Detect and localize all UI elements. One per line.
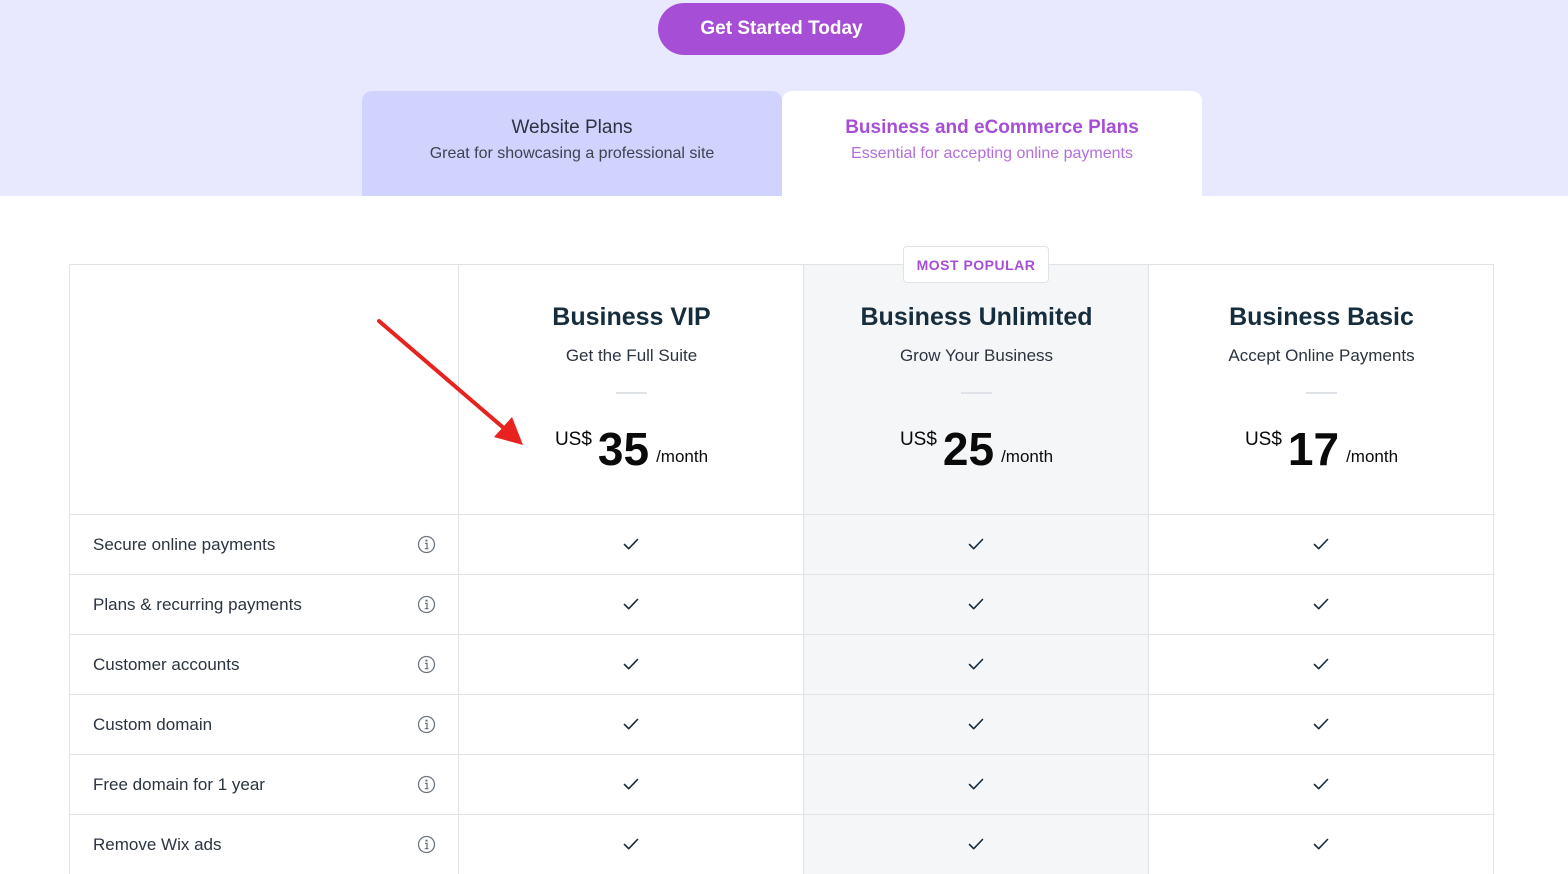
plan-name: Business VIP: [552, 303, 711, 331]
checkmark-icon: [1313, 778, 1329, 790]
plan-divider: [1306, 392, 1337, 394]
checkmark-icon: [1313, 658, 1329, 670]
tab-business-ecommerce-plans[interactable]: Business and eCommerce Plans Essential f…: [782, 91, 1202, 196]
checkmark-icon: [623, 778, 639, 790]
plan-name: Business Basic: [1229, 303, 1414, 331]
checkmark-icon: [968, 718, 984, 730]
price-amount: 25: [942, 423, 995, 475]
checkmark-icon: [623, 538, 639, 550]
info-circle-icon[interactable]: [417, 715, 436, 734]
feature-label: Customer accounts: [93, 655, 240, 674]
checkmark-icon: [1313, 538, 1329, 550]
feature-row: Custom domain: [70, 694, 1495, 754]
checkmark-icon: [968, 538, 984, 550]
feature-label: Remove Wix ads: [93, 835, 222, 854]
checkmark-icon: [968, 838, 984, 850]
feature-row: Plans & recurring payments: [70, 574, 1495, 634]
price-period: /month: [656, 447, 709, 466]
tab-website-plans[interactable]: Website Plans Great for showcasing a pro…: [362, 91, 782, 196]
plan-price: US$ 35 /month: [459, 423, 804, 475]
plan-tagline: Grow Your Business: [899, 346, 1054, 365]
price-period: /month: [1001, 447, 1054, 466]
feature-label: Custom domain: [93, 715, 213, 734]
feature-label: Free domain for 1 year: [93, 775, 265, 794]
tab-business-subtitle: Essential for accepting online payments: [851, 145, 1133, 162]
plan-tagline: Accept Online Payments: [1228, 346, 1415, 365]
plan-card-business-unlimited: Business Unlimited Grow Your Business US…: [804, 265, 1149, 514]
feature-label: Plans & recurring payments: [93, 595, 302, 614]
feature-row: Customer accounts: [70, 634, 1495, 694]
price-currency: US$: [554, 429, 592, 450]
feature-row: Free domain for 1 year: [70, 754, 1495, 814]
feature-row: Remove Wix ads: [70, 814, 1495, 874]
checkmark-icon: [623, 658, 639, 670]
most-popular-badge: MOST POPULAR: [903, 246, 1049, 283]
feature-label: Secure online payments: [93, 535, 276, 554]
checkmark-icon: [968, 778, 984, 790]
plan-card-business-vip: Business VIP Get the Full Suite US$ 35 /…: [459, 265, 804, 514]
plan-price: US$ 17 /month: [1149, 423, 1494, 475]
tab-business-title: Business and eCommerce Plans: [845, 117, 1139, 138]
get-started-button[interactable]: Get Started Today: [658, 3, 905, 55]
checkmark-icon: [623, 598, 639, 610]
price-amount: 35: [597, 423, 650, 475]
checkmark-icon: [623, 838, 639, 850]
tab-website-subtitle: Great for showcasing a professional site: [429, 145, 715, 162]
info-circle-icon[interactable]: [417, 595, 436, 614]
checkmark-icon: [968, 598, 984, 610]
plan-name: Business Unlimited: [860, 303, 1093, 331]
price-amount: 17: [1287, 423, 1340, 475]
plan-tagline: Get the Full Suite: [565, 346, 698, 365]
tab-website-title: Website Plans: [511, 117, 633, 138]
info-circle-icon[interactable]: [417, 535, 436, 554]
checkmark-icon: [1313, 598, 1329, 610]
plan-card-business-basic: Business Basic Accept Online Payments US…: [1149, 265, 1494, 514]
plan-divider: [616, 392, 647, 394]
checkmark-icon: [623, 718, 639, 730]
price-currency: US$: [899, 429, 937, 450]
price-period: /month: [1346, 447, 1399, 466]
plan-price: US$ 25 /month: [804, 423, 1149, 475]
checkmark-icon: [1313, 838, 1329, 850]
plan-divider: [961, 392, 992, 394]
feature-row: Secure online payments: [70, 514, 1495, 574]
checkmark-icon: [968, 658, 984, 670]
info-circle-icon[interactable]: [417, 775, 436, 794]
plan-comparison-table: Business VIP Get the Full Suite US$ 35 /…: [69, 264, 1495, 874]
info-circle-icon[interactable]: [417, 655, 436, 674]
info-circle-icon[interactable]: [417, 835, 436, 854]
checkmark-icon: [1313, 718, 1329, 730]
price-currency: US$: [1244, 429, 1282, 450]
